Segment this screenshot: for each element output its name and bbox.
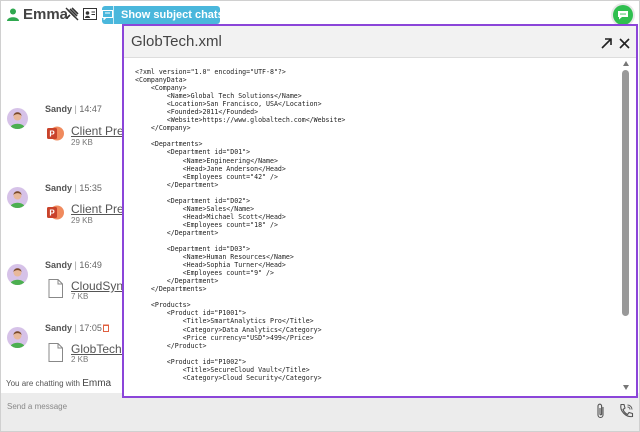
file-size: 29 KB <box>71 138 93 147</box>
svg-text:P: P <box>49 209 55 218</box>
call-icon[interactable] <box>618 403 634 419</box>
code-line: <Category>Cloud Security</Category> <box>135 373 322 382</box>
code-line: <Product id="P1002"> <box>135 357 247 366</box>
message-time: 17:05 <box>79 323 102 333</box>
code-line: </Department> <box>135 180 219 189</box>
chatting-with-status: You are chatting with Emma <box>6 378 111 389</box>
sender-name: Sandy <box>45 323 73 333</box>
message-meta: Sandy | 14:47 <box>45 104 102 114</box>
contact-name[interactable]: Emma <box>23 6 68 23</box>
file-name-link[interactable]: CloudSync <box>71 279 129 293</box>
avatar[interactable] <box>7 108 28 129</box>
message-meta: Sandy | 17:05 <box>45 323 102 333</box>
delete-icon[interactable] <box>103 324 109 332</box>
show-subject-chats-label: Show subject chats <box>121 9 224 21</box>
avatar[interactable] <box>7 187 28 208</box>
code-line: <Name>Engineering</Name> <box>135 156 278 165</box>
code-line: <CompanyData> <box>135 76 187 85</box>
user-icon <box>7 8 19 21</box>
code-line: <Products> <box>135 301 191 310</box>
message-input[interactable] <box>7 399 577 413</box>
message-meta: Sandy | 15:35 <box>45 183 102 193</box>
scrollbar-thumb[interactable] <box>622 70 629 316</box>
chatting-with-prefix: You are chatting with <box>6 379 80 388</box>
code-line: <?xml version="1.0" encoding="UTF-8"?> <box>135 68 286 76</box>
code-line: <Department id="D01"> <box>135 148 251 157</box>
message-time: 14:47 <box>79 104 102 114</box>
code-line: <Location>San Francisco, USA</Location> <box>135 100 322 109</box>
close-icon[interactable] <box>619 38 630 49</box>
code-line: <Employees count="9" /> <box>135 269 274 278</box>
code-line: <Founded>2011</Founded> <box>135 108 259 117</box>
sender-name: Sandy <box>45 260 73 270</box>
file-viewer-header: GlobTech.xml <box>124 26 636 58</box>
message-time: 16:49 <box>79 260 102 270</box>
open-external-icon[interactable] <box>601 38 612 49</box>
code-line: </Company> <box>135 124 191 133</box>
code-line: <Employees count="42" /> <box>135 172 278 181</box>
code-line: <Price currency="USD">499</Price> <box>135 333 314 342</box>
code-line: <Product id="P1001"> <box>135 309 247 318</box>
code-line: <Department id="D02"> <box>135 196 251 205</box>
code-line: <Company> <box>135 84 187 93</box>
code-line: <Name>Human Resources</Name> <box>135 253 294 262</box>
file-size: 2 KB <box>71 355 89 364</box>
message-meta: Sandy | 16:49 <box>45 260 102 270</box>
document-icon <box>48 279 63 298</box>
chat-menu-icon[interactable] <box>613 5 633 25</box>
subject-chat-icon <box>102 6 114 24</box>
file-content-text: <?xml version="1.0" encoding="UTF-8"?> <C… <box>135 68 345 382</box>
attach-file-icon[interactable] <box>596 403 606 419</box>
code-line: <Name>Sales</Name> <box>135 204 255 213</box>
code-line: </Department> <box>135 277 219 286</box>
avatar[interactable] <box>7 264 28 285</box>
show-subject-chats-button[interactable]: Show subject chats <box>102 6 224 24</box>
document-icon <box>48 343 63 362</box>
code-line: <Category>Data Analytics</Category> <box>135 325 322 334</box>
code-line: </Product> <box>135 341 207 350</box>
sender-name: Sandy <box>45 104 73 114</box>
svg-text:P: P <box>49 130 55 139</box>
scroll-down-arrow[interactable] <box>623 385 629 390</box>
sender-name: Sandy <box>45 183 73 193</box>
code-line: </Department> <box>135 228 219 237</box>
code-line: <Head>Michael Scott</Head> <box>135 212 286 221</box>
file-name-link[interactable]: Client Pres <box>71 202 130 216</box>
file-name-link[interactable]: Client Pres <box>71 124 130 138</box>
vertical-scrollbar[interactable] <box>622 58 631 396</box>
file-viewer-modal: GlobTech.xml <?xml version="1.0" encodin… <box>122 24 638 398</box>
contact-card-icon[interactable] <box>83 8 97 20</box>
code-line: <Head>Jane Anderson</Head> <box>135 164 286 173</box>
code-line: <Website>https://www.globaltech.com</Web… <box>135 116 346 125</box>
file-size: 29 KB <box>71 216 93 225</box>
code-line: <Head>Sophia Turner</Head> <box>135 261 286 270</box>
message-composer <box>1 393 639 431</box>
code-line: <Title>SmartAnalytics Pro</Title> <box>135 317 314 326</box>
powerpoint-icon: P <box>47 126 64 141</box>
code-line: <Title>SecureCloud Vault</Title> <box>135 365 310 374</box>
avatar[interactable] <box>7 327 28 348</box>
file-viewer-title: GlobTech.xml <box>131 33 222 50</box>
code-line: <Department id="D03"> <box>135 245 251 254</box>
file-content-area[interactable]: <?xml version="1.0" encoding="UTF-8"?> <C… <box>124 58 636 396</box>
message-time: 15:35 <box>79 183 102 193</box>
code-line: <Departments> <box>135 140 203 149</box>
powerpoint-icon: P <box>47 205 64 220</box>
scroll-up-arrow[interactable] <box>623 61 629 66</box>
chatting-with-contact: Emma <box>82 378 112 389</box>
mute-notifications-icon[interactable] <box>65 7 79 21</box>
code-line: <Employees count="18" /> <box>135 220 278 229</box>
file-size: 7 KB <box>71 292 89 301</box>
code-line: </Departments> <box>135 285 207 294</box>
code-line: <Name>Global Tech Solutions</Name> <box>135 92 302 101</box>
